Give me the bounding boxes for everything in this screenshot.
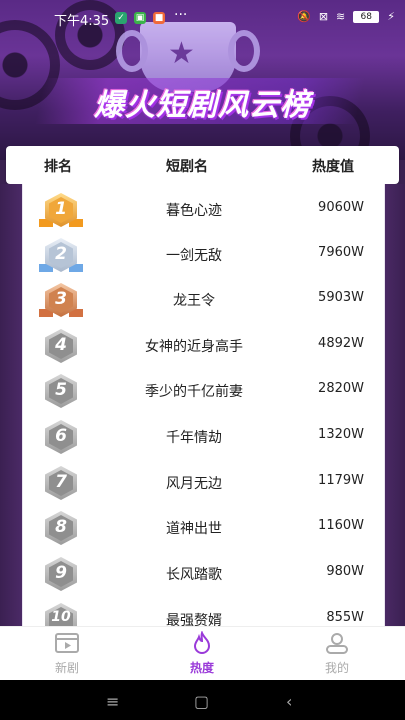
user-icon bbox=[326, 633, 348, 654]
page-title: 爆火短剧风云榜 bbox=[94, 88, 311, 123]
column-header-rank: 排名 bbox=[44, 159, 72, 175]
rank-badge-icon: 8 bbox=[39, 509, 83, 545]
heat-value: 855W bbox=[326, 610, 364, 625]
drama-name[interactable]: 一剑无敌 bbox=[93, 245, 295, 265]
film-icon bbox=[55, 633, 79, 653]
flame-icon bbox=[193, 631, 211, 654]
table-row[interactable]: 4 女神的近身高手 4892W bbox=[23, 322, 384, 367]
status-time: 下午4:35 bbox=[54, 14, 110, 29]
battery-icon: 68 bbox=[353, 10, 380, 23]
app-notification-icon: ✓ bbox=[115, 12, 127, 24]
rank-badge-silver-icon: 2 bbox=[39, 236, 83, 272]
table-row[interactable]: 2 一剑无敌 7960W bbox=[23, 231, 384, 276]
tab-new[interactable]: 新剧 bbox=[27, 631, 107, 676]
rank-badge-icon: 10 bbox=[39, 601, 83, 628]
rank-badge-icon: 4 bbox=[39, 327, 83, 363]
table-row[interactable]: 9 长风踏歌 980W bbox=[23, 550, 384, 595]
drama-name[interactable]: 千年情劫 bbox=[93, 427, 295, 447]
rank-badge-icon: 9 bbox=[39, 555, 83, 591]
system-nav-bar: ≡ ▢ ‹ bbox=[0, 680, 405, 720]
more-notifications-icon: ··· bbox=[174, 7, 188, 23]
heat-value: 1160W bbox=[318, 518, 364, 533]
column-header-drama: 短剧名 bbox=[166, 159, 208, 175]
no-sim-icon: ⊠ bbox=[318, 10, 329, 23]
side-shade bbox=[0, 184, 22, 628]
rank-badge-icon: 7 bbox=[39, 464, 83, 500]
bottom-nav: 新剧 热度 我的 bbox=[0, 626, 405, 681]
tab-new-label: 新剧 bbox=[54, 661, 79, 675]
ranking-list[interactable]: 1 暮色心迹 9060W 2 一剑无敌 7960W 3 龙王令 5903W 4 … bbox=[22, 184, 385, 628]
tab-hot[interactable]: 热度 bbox=[162, 631, 242, 676]
rank-badge-icon: 6 bbox=[39, 418, 83, 454]
app-notification-icon: ■ bbox=[153, 12, 165, 24]
heat-value: 980W bbox=[326, 564, 364, 579]
rank-badge-bronze-icon: 3 bbox=[39, 281, 83, 317]
rank-badge-gold-icon: 1 bbox=[39, 191, 83, 227]
mute-icon: 🔕 bbox=[297, 10, 311, 23]
table-row[interactable]: 1 暮色心迹 9060W bbox=[23, 186, 384, 231]
charging-icon: ⚡ bbox=[387, 10, 395, 23]
back-icon[interactable]: ‹ bbox=[286, 692, 292, 711]
heat-value: 2820W bbox=[318, 381, 364, 396]
heat-value: 5903W bbox=[318, 290, 364, 305]
table-row[interactable]: 5 季少的千亿前妻 2820W bbox=[23, 367, 384, 412]
drama-name[interactable]: 长风踏歌 bbox=[93, 564, 295, 584]
drama-name[interactable]: 龙王令 bbox=[93, 290, 295, 310]
table-row[interactable]: 8 道神出世 1160W bbox=[23, 504, 384, 549]
rank-badge-icon: 5 bbox=[39, 372, 83, 408]
heat-value: 4892W bbox=[318, 336, 364, 351]
menu-icon[interactable]: ≡ bbox=[106, 692, 119, 711]
tab-mine[interactable]: 我的 bbox=[297, 631, 377, 676]
side-shade bbox=[383, 184, 405, 628]
status-bar: 下午4:35 ✓ ▣ ■ ··· 🔕 ⊠ ≋ 68 ⚡ bbox=[0, 0, 405, 36]
column-header-heat: 热度值 bbox=[312, 159, 354, 175]
drama-name[interactable]: 风月无边 bbox=[93, 473, 295, 493]
drama-name[interactable]: 女神的近身高手 bbox=[93, 336, 295, 356]
home-icon[interactable]: ▢ bbox=[194, 692, 209, 711]
star-icon: ★ bbox=[168, 36, 195, 71]
table-row[interactable]: 6 千年情劫 1320W bbox=[23, 413, 384, 458]
table-header: 排名 短剧名 热度值 bbox=[6, 146, 399, 184]
heat-value: 1179W bbox=[318, 473, 364, 488]
drama-name[interactable]: 道神出世 bbox=[93, 518, 295, 538]
app-notification-icon: ▣ bbox=[134, 12, 146, 24]
table-row[interactable]: 3 龙王令 5903W bbox=[23, 276, 384, 321]
drama-name[interactable]: 季少的千亿前妻 bbox=[93, 381, 295, 401]
heat-value: 9060W bbox=[318, 200, 364, 215]
drama-name[interactable]: 暮色心迹 bbox=[93, 200, 295, 220]
table-row[interactable]: 10 最强赘婿 855W bbox=[23, 596, 384, 628]
tab-hot-label: 热度 bbox=[189, 661, 214, 675]
heat-value: 1320W bbox=[318, 427, 364, 442]
table-row[interactable]: 7 风月无边 1179W bbox=[23, 459, 384, 504]
tab-mine-label: 我的 bbox=[324, 661, 349, 675]
heat-value: 7960W bbox=[318, 245, 364, 260]
wifi-icon: ≋ bbox=[336, 10, 346, 23]
